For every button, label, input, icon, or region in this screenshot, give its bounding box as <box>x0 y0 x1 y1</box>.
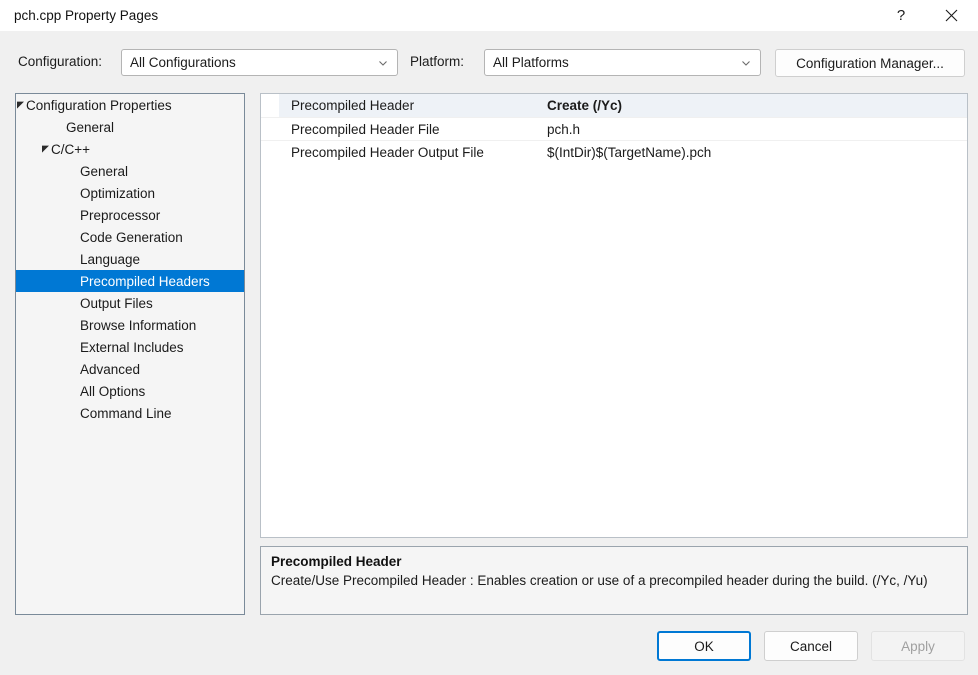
tree-item-output-files[interactable]: Output Files <box>16 292 244 314</box>
configuration-dropdown-value: All Configurations <box>130 55 236 70</box>
close-button[interactable] <box>928 0 974 31</box>
configuration-label: Configuration: <box>18 54 103 69</box>
tree-item-general[interactable]: General <box>16 116 244 138</box>
tree-item-label: C/C++ <box>51 141 91 157</box>
description-title: Precompiled Header <box>271 554 402 569</box>
tree-item-advanced[interactable]: Advanced <box>16 358 244 380</box>
cancel-button-label: Cancel <box>789 638 833 654</box>
property-grid[interactable]: Precompiled Header Create (/Yc) Precompile… <box>260 93 968 538</box>
ok-button-label: OK <box>694 638 714 654</box>
platform-label: Platform: <box>410 54 465 69</box>
tree-item-label: Precompiled Headers <box>80 273 210 289</box>
configuration-manager-button[interactable]: Configuration Manager... <box>775 49 965 77</box>
apply-button-label: Apply <box>901 638 935 654</box>
description-body: Create/Use Precompiled Header : Enables … <box>271 573 928 588</box>
property-row[interactable]: Precompiled Header Create (/Yc) <box>261 94 967 117</box>
property-name: Precompiled Header <box>279 94 547 117</box>
tree-item-all-options[interactable]: All Options <box>16 380 244 402</box>
tree-item-label: General <box>66 119 115 135</box>
tree-item-label: Code Generation <box>80 229 183 245</box>
tree-item-command-line[interactable]: Command Line <box>16 402 244 424</box>
tree-item-precompiled-headers[interactable]: Precompiled Headers <box>16 270 244 292</box>
tree-item-label: Language <box>80 251 141 267</box>
question-mark-icon: ? <box>896 7 906 24</box>
close-icon <box>945 9 957 22</box>
property-value[interactable]: $(IntDir)$(TargetName).pch <box>547 141 967 164</box>
property-value[interactable]: Create (/Yc) <box>547 94 967 117</box>
expander-collapse-icon[interactable] <box>16 94 27 116</box>
tree-item-label: Preprocessor <box>80 207 161 223</box>
tree-item-optimization[interactable]: Optimization <box>16 182 244 204</box>
tree-item-label: Optimization <box>80 185 156 201</box>
configuration-manager-label: Configuration Manager... <box>796 55 944 71</box>
property-row[interactable]: Precompiled Header Output File $(IntDir)$… <box>261 140 967 164</box>
tree-item-label: Configuration Properties <box>26 97 172 113</box>
tree-item-configuration-properties[interactable]: Configuration Properties <box>16 94 244 116</box>
tree-item-label: Output Files <box>80 295 153 311</box>
tree-item-label: General <box>80 163 129 179</box>
property-name: Precompiled Header File <box>291 121 440 137</box>
tree-item-browse-information[interactable]: Browse Information <box>16 314 244 336</box>
expander-collapse-icon[interactable] <box>38 138 52 160</box>
platform-dropdown[interactable]: All Platforms <box>484 49 761 76</box>
property-row-gutter <box>261 140 279 164</box>
tree-item-code-generation[interactable]: Code Generation <box>16 226 244 248</box>
chevron-down-icon <box>742 60 750 66</box>
title-bar: pch.cpp Property Pages <box>0 0 978 31</box>
apply-button: Apply <box>871 631 965 661</box>
ok-button[interactable]: OK <box>657 631 751 661</box>
platform-dropdown-value: All Platforms <box>493 55 569 70</box>
tree-item-label: Command Line <box>80 405 172 421</box>
tree-item-c-c[interactable]: C/C++ <box>16 138 244 160</box>
property-name: Precompiled Header Output File <box>291 144 484 160</box>
property-value[interactable]: pch.h <box>547 118 967 141</box>
chevron-down-icon <box>379 60 387 66</box>
window-title: pch.cpp Property Pages <box>14 8 159 23</box>
tree-item-label: Advanced <box>80 361 141 377</box>
property-row-gutter <box>261 117 279 141</box>
tree-item-general[interactable]: General <box>16 160 244 182</box>
configuration-properties-tree[interactable]: Configuration Properties General C/C++ Gene… <box>15 93 245 615</box>
tree-item-language[interactable]: Language <box>16 248 244 270</box>
tree-item-label: External Includes <box>80 339 184 355</box>
cancel-button[interactable]: Cancel <box>764 631 858 661</box>
description-panel: Precompiled Header Create/Use Precompile… <box>260 546 968 615</box>
tree-item-label: All Options <box>80 383 146 399</box>
configuration-dropdown[interactable]: All Configurations <box>121 49 398 76</box>
property-row-gutter <box>261 94 279 117</box>
tree-item-external-includes[interactable]: External Includes <box>16 336 244 358</box>
configuration-bar: Configuration: All Configurations Platfo… <box>0 31 978 93</box>
tree-item-preprocessor[interactable]: Preprocessor <box>16 204 244 226</box>
tree-item-label: Browse Information <box>80 317 197 333</box>
help-button[interactable]: ? <box>878 0 924 31</box>
property-row[interactable]: Precompiled Header File pch.h <box>261 117 967 141</box>
